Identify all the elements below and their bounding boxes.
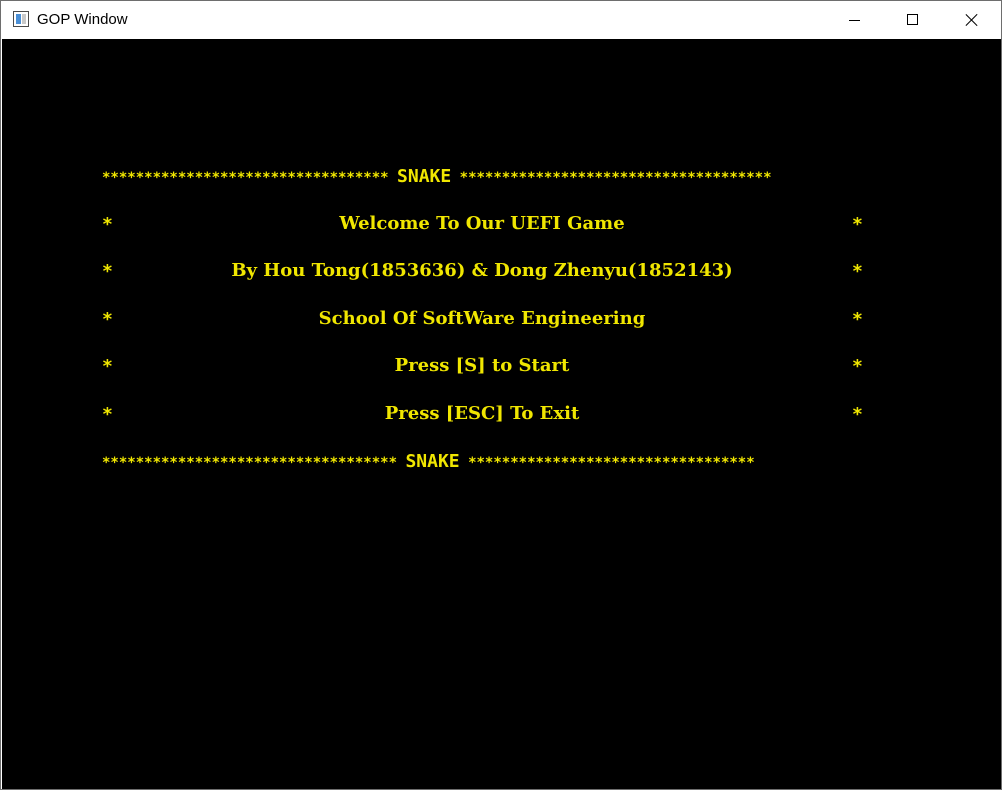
side-star-right: * (852, 309, 863, 330)
side-star-right: * (852, 261, 863, 282)
bottom-border-left-stars: *********************************** (102, 455, 398, 471)
app-window: GOP Window *****************************… (0, 0, 1002, 790)
window-title: GOP Window (37, 11, 128, 28)
bottom-border-label: SNAKE (405, 451, 460, 472)
side-star-right: * (852, 214, 863, 235)
top-border: ********************************** SNAKE… (102, 165, 862, 189)
authors-line: By Hou Tong(1853636) & Dong Zhenyu(18521… (231, 260, 733, 281)
minimize-button[interactable] (825, 1, 883, 39)
close-icon (965, 13, 979, 27)
game-screen[interactable]: ********************************** SNAKE… (2, 39, 1001, 789)
start-prompt: Press [S] to Start (394, 355, 570, 376)
maximize-icon (907, 14, 918, 25)
side-star-right: * (852, 404, 863, 425)
top-border-label: SNAKE (397, 166, 452, 187)
title-bar[interactable]: GOP Window (1, 1, 1001, 39)
top-border-left-stars: ********************************** (102, 170, 389, 186)
side-star-right: * (852, 356, 863, 377)
bottom-border: *********************************** SNAK… (102, 450, 862, 474)
bottom-border-right-stars: ********************************** (468, 455, 755, 471)
minimize-icon (849, 20, 860, 21)
exit-prompt: Press [ESC] To Exit (384, 403, 580, 424)
top-border-right-stars: ************************************* (459, 170, 772, 186)
welcome-line: Welcome To Our UEFI Game (339, 213, 625, 234)
app-icon (13, 11, 29, 27)
close-button[interactable] (942, 1, 1000, 39)
school-line: School Of SoftWare Engineering (318, 308, 646, 329)
maximize-button[interactable] (883, 1, 941, 39)
